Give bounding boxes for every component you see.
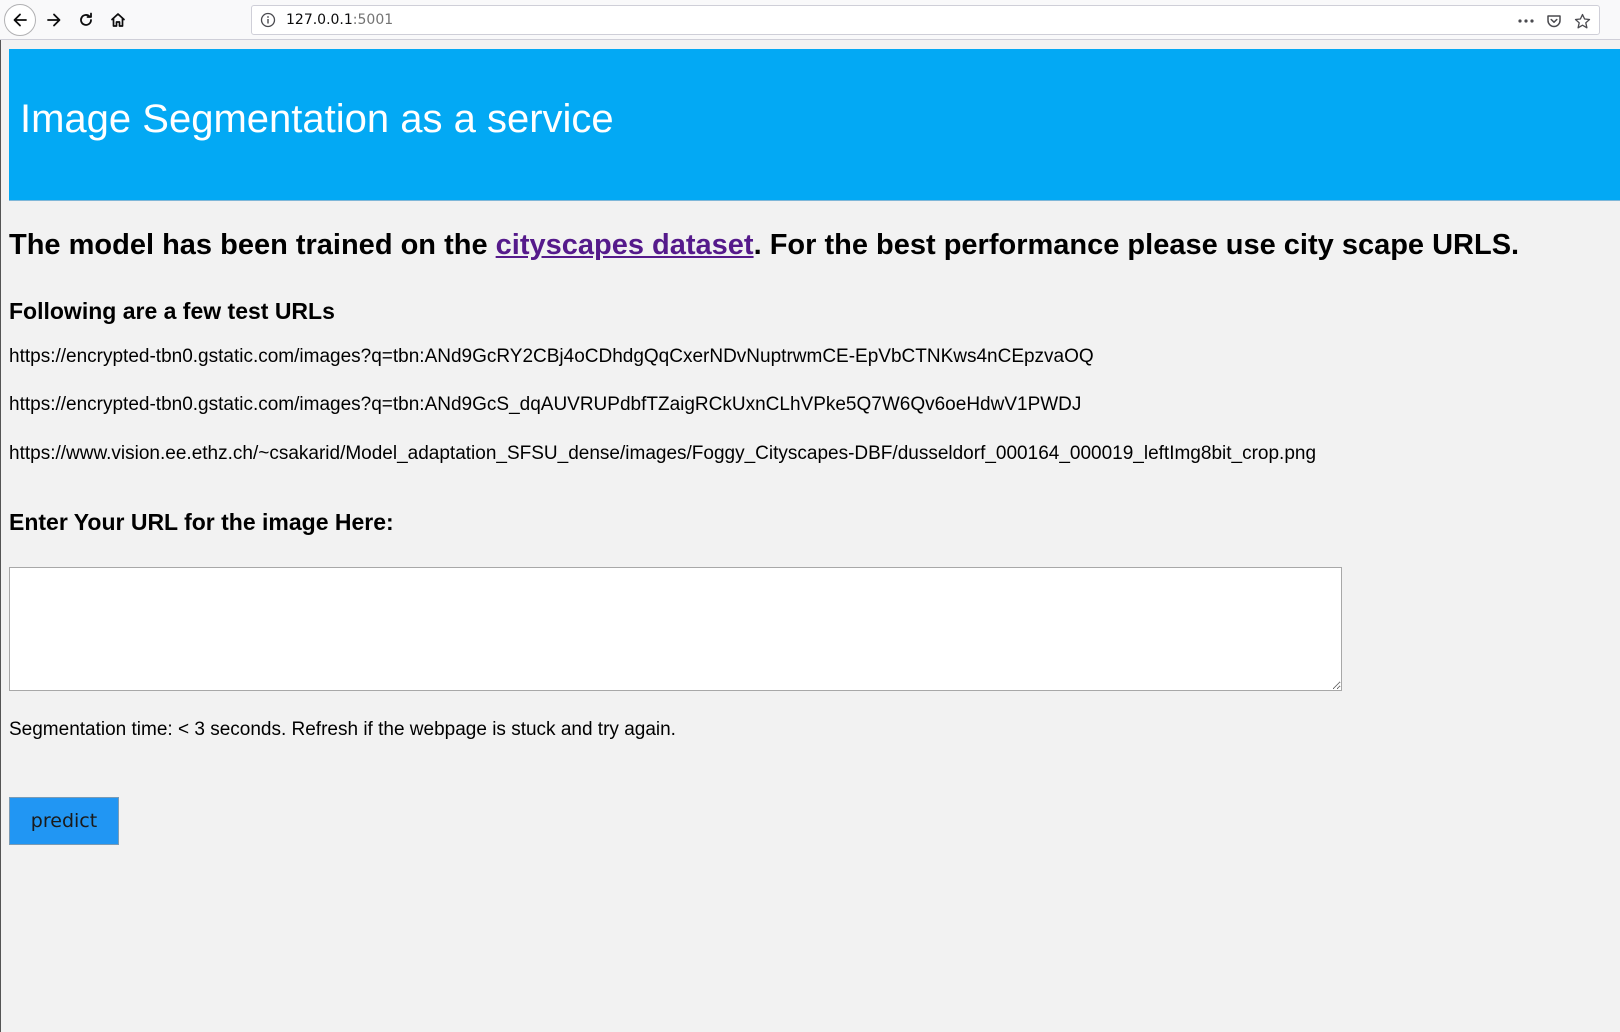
bookmark-star-icon — [1574, 13, 1590, 28]
forward-arrow-icon — [47, 13, 61, 27]
reload-icon — [80, 12, 92, 26]
test-url-item: https://www.vision.ee.ethz.ch/~csakarid/… — [9, 443, 1317, 464]
pocket-icon — [1547, 15, 1561, 28]
pocket-button[interactable] — [1543, 10, 1565, 32]
page-header: Image Segmentation as a service — [9, 49, 1620, 201]
image-url-input[interactable] — [9, 567, 1342, 691]
page-actions-button[interactable] — [1515, 10, 1537, 32]
bookmark-button[interactable] — [1571, 10, 1593, 32]
more-dots-icon — [1518, 19, 1534, 23]
cityscapes-dataset-link[interactable]: cityscapes dataset — [496, 229, 754, 261]
back-arrow-icon — [13, 13, 27, 27]
intro-heading: The model has been trained on the citysc… — [9, 229, 1519, 262]
url-actions — [1515, 10, 1593, 32]
test-url-item: https://encrypted-tbn0.gstatic.com/image… — [9, 346, 1094, 367]
url-text[interactable]: 127.0.0.1:5001 — [286, 12, 393, 28]
test-url-item: https://encrypted-tbn0.gstatic.com/image… — [9, 394, 1082, 415]
segmentation-time-note: Segmentation time: < 3 seconds. Refresh … — [9, 719, 676, 740]
predict-button[interactable]: predict — [9, 797, 119, 845]
back-button[interactable] — [4, 4, 36, 36]
forward-button[interactable] — [38, 4, 70, 36]
info-icon[interactable] — [260, 12, 276, 28]
intro-text-before: The model has been trained on the — [9, 229, 496, 261]
reload-button[interactable] — [70, 4, 102, 36]
home-icon — [111, 13, 125, 27]
url-port: :5001 — [352, 12, 394, 28]
browser-toolbar: 127.0.0.1:5001 — [0, 0, 1620, 40]
home-button[interactable] — [102, 4, 134, 36]
enter-url-heading: Enter Your URL for the image Here: — [9, 509, 394, 535]
window-edge — [0, 40, 1, 1032]
url-host: 127.0.0.1 — [286, 12, 353, 28]
intro-text-after: . For the best performance please use ci… — [753, 229, 1520, 261]
header-title: Image Segmentation as a service — [20, 97, 614, 141]
test-urls-heading: Following are a few test URLs — [9, 298, 335, 324]
address-bar[interactable]: 127.0.0.1:5001 — [251, 5, 1600, 35]
